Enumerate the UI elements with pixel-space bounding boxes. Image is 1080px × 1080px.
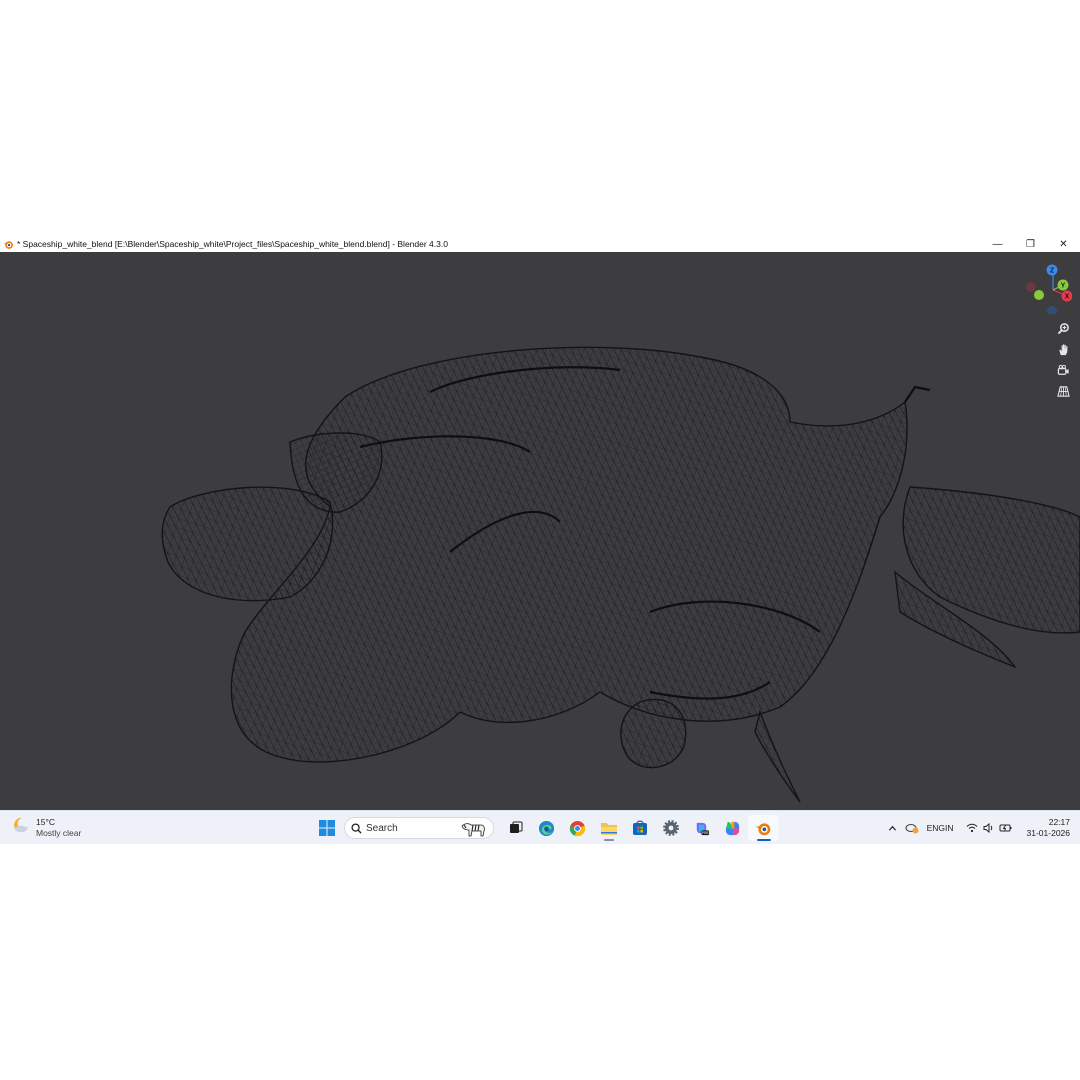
weather-widget[interactable]: 15°C Mostly clear [12,816,81,839]
blender-app-icon [1,237,15,251]
search-placeholder: Search [366,822,398,834]
language-indicator[interactable]: ENG IN [927,823,954,833]
3d-viewport[interactable]: Z Y X [0,252,1080,810]
navigation-gizmo[interactable]: Z Y X [1026,258,1072,314]
blender-window: * Spaceship_white_blend [E:\Blender\Spac… [0,236,1080,844]
grid-perspective-icon[interactable] [1053,381,1073,401]
battery-charging-icon[interactable] [999,823,1013,833]
clock[interactable]: 22:17 31-01-2026 [1027,817,1070,839]
window-title: * Spaceship_white_blend [E:\Blender\Spac… [17,239,448,249]
restore-button[interactable]: ❐ [1014,236,1047,252]
blender-icon[interactable] [748,815,779,841]
active-indicator [756,839,771,841]
windows-taskbar: 15°C Mostly clear Search PRE ENG IN 22:1… [0,810,1080,844]
pan-hand-icon[interactable] [1053,339,1073,359]
spaceship-wireframe-mesh[interactable] [0,252,1080,810]
file-explorer-icon[interactable] [593,815,624,841]
settings-icon[interactable] [655,815,686,841]
minimize-button[interactable]: — [981,236,1014,252]
language-bottom: IN [945,823,954,833]
onedrive-alert-icon[interactable] [905,822,919,834]
clock-time: 22:17 [1048,817,1070,827]
moon-cloud-icon [12,816,30,839]
weather-temperature: 15°C [36,816,55,827]
search-icon [351,822,362,834]
zoom-icon[interactable] [1053,318,1073,338]
copilot-pre-icon[interactable]: PRE [686,815,717,841]
axis-y-label: Y [1061,283,1066,290]
start-icon[interactable] [311,815,342,841]
running-indicator [603,839,614,841]
edge-icon[interactable] [531,815,562,841]
chrome-icon[interactable] [562,815,593,841]
chevron-up-icon[interactable] [888,824,897,833]
camera-view-icon[interactable] [1053,360,1073,380]
wifi-icon[interactable] [966,823,978,833]
svg-text:PRE: PRE [702,831,710,835]
language-top: ENG [926,823,946,833]
taskbar-search[interactable]: Search [344,817,494,839]
close-button[interactable]: ✕ [1047,236,1080,252]
task-view-icon[interactable] [500,815,531,841]
copilot-icon[interactable] [717,815,748,841]
clock-date: 31-01-2026 [1026,828,1070,838]
store-icon[interactable] [624,815,655,841]
system-tray: ENG IN 22:17 31-01-2026 [880,814,1070,842]
weather-condition: Mostly clear [36,827,82,838]
axis-z-label: Z [1050,268,1055,275]
volume-icon[interactable] [983,823,994,833]
zebra-highlight-icon [459,820,489,838]
axis-x-label: X [1065,294,1070,301]
title-bar[interactable]: * Spaceship_white_blend [E:\Blender\Spac… [0,236,1080,252]
